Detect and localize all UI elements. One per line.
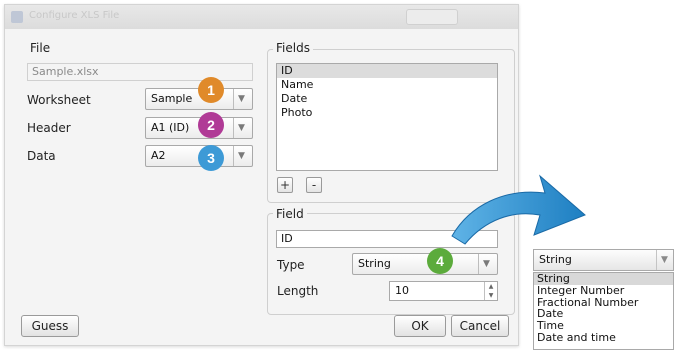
field-name-input[interactable]: ID: [276, 230, 498, 248]
length-spinbox[interactable]: 10 ▲ ▼: [389, 281, 498, 301]
type-option[interactable]: Integer Number: [534, 284, 673, 297]
title-bar: Configure XLS File: [5, 5, 518, 29]
ok-button[interactable]: OK: [394, 315, 446, 337]
dialog-title: Configure XLS File: [29, 10, 120, 21]
worksheet-value: Sample: [151, 92, 193, 105]
file-path-field: Sample.xlsx: [27, 63, 253, 81]
step-badge-1: 1: [198, 77, 224, 103]
type-option[interactable]: Date and time: [534, 332, 673, 344]
header-label: Header: [27, 121, 71, 135]
chevron-down-icon: ▼: [238, 94, 245, 104]
step-badge-3: 3: [198, 145, 224, 171]
type-value: String: [358, 257, 391, 270]
window-controls[interactable]: [406, 9, 458, 25]
file-group-label: File: [27, 41, 54, 55]
length-label: Length: [277, 284, 319, 298]
list-item[interactable]: ID: [277, 64, 497, 78]
type-dropdown-selected: String: [539, 253, 572, 266]
cancel-button[interactable]: Cancel: [451, 315, 509, 337]
field-group-label: Field: [273, 207, 307, 221]
list-item[interactable]: Name: [277, 78, 497, 92]
list-item[interactable]: Date: [277, 92, 497, 106]
step-badge-4: 4: [427, 248, 453, 274]
chevron-down-icon: ▼: [238, 151, 245, 161]
type-label: Type: [277, 258, 305, 272]
worksheet-label: Worksheet: [27, 93, 91, 107]
remove-field-button[interactable]: -: [306, 177, 322, 193]
chevron-down-icon: ▼: [238, 123, 245, 133]
header-value: A1 (ID): [151, 121, 190, 134]
chevron-down-icon: ▼: [661, 255, 668, 265]
type-dropdown-head[interactable]: String ▼: [533, 249, 674, 271]
configure-xls-dialog: Configure XLS File File Sample.xlsx Work…: [4, 4, 519, 346]
fields-group-label: Fields: [273, 41, 313, 55]
spin-arrows-icon[interactable]: ▲ ▼: [484, 282, 497, 300]
step-badge-2: 2: [198, 112, 224, 138]
type-select[interactable]: String ▼: [352, 253, 498, 275]
fields-list[interactable]: ID Name Date Photo: [276, 63, 498, 171]
add-field-button[interactable]: +: [277, 177, 293, 193]
data-value: A2: [151, 149, 166, 162]
app-icon: [11, 11, 23, 23]
chevron-down-icon: ▼: [483, 259, 490, 269]
list-item[interactable]: Photo: [277, 106, 497, 120]
data-label: Data: [27, 149, 56, 163]
length-value: 10: [395, 284, 409, 297]
guess-button[interactable]: Guess: [21, 315, 79, 337]
type-options-list[interactable]: String Integer Number Fractional Number …: [533, 272, 674, 350]
